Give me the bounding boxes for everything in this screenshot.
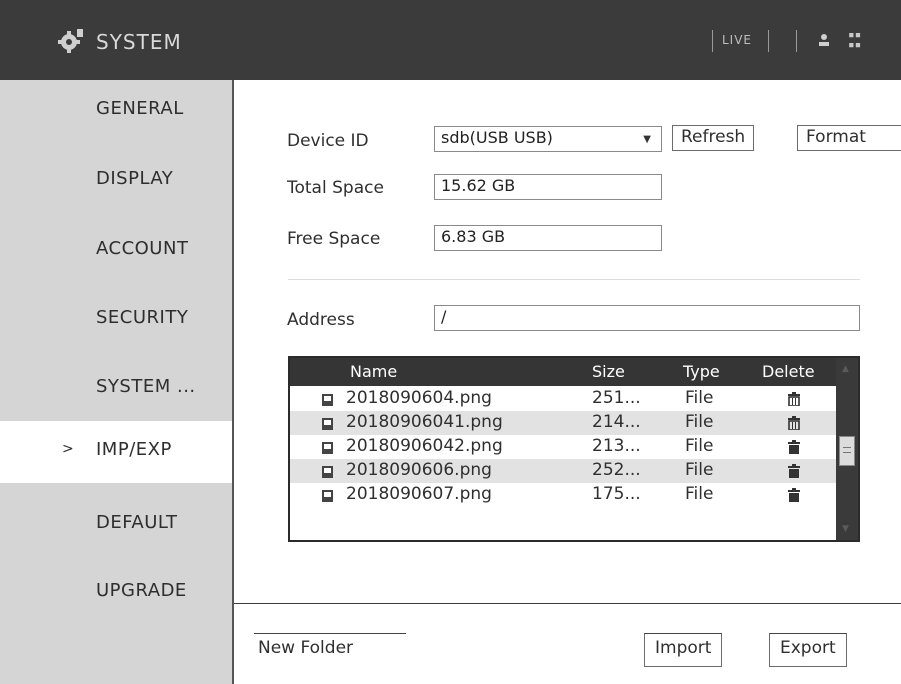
file-icon bbox=[322, 394, 333, 406]
scrollbar-thumb[interactable] bbox=[839, 436, 855, 466]
device-id-select[interactable]: sdb(USB USB) ▼ bbox=[434, 126, 662, 152]
trash-icon[interactable] bbox=[787, 416, 801, 430]
trash-icon[interactable] bbox=[787, 488, 801, 502]
file-name: 2018090604.png bbox=[346, 388, 492, 408]
new-folder-button[interactable]: New Folder bbox=[254, 633, 406, 667]
total-space-field: 15.62 GB bbox=[434, 174, 662, 200]
multi-screen-icon[interactable]: ▪▪ ▪▪ bbox=[848, 29, 861, 50]
table-row[interactable]: 2018090607.png 175... File bbox=[290, 483, 836, 507]
table-header: Name Size Type Delete bbox=[290, 358, 836, 386]
sidebar-item-label: SECURITY bbox=[96, 307, 189, 328]
table-scrollbar[interactable]: ▲ ▼ bbox=[836, 358, 858, 540]
gear-icon bbox=[58, 29, 83, 53]
sidebar-item-general[interactable]: GENERAL bbox=[0, 80, 234, 142]
sidebar-item-label: DEFAULT bbox=[96, 512, 178, 533]
file-type: File bbox=[685, 388, 714, 408]
format-button[interactable]: Format bbox=[797, 125, 901, 151]
sidebar-item-label: DISPLAY bbox=[96, 168, 174, 189]
header-divider bbox=[796, 30, 797, 52]
scroll-up-icon[interactable]: ▲ bbox=[842, 364, 849, 374]
file-icon bbox=[322, 442, 333, 454]
trash-icon[interactable] bbox=[787, 440, 801, 454]
file-name: 20180906041.png bbox=[346, 412, 503, 432]
table-row[interactable]: 20180906041.png 214... File bbox=[290, 411, 836, 435]
sidebar-item-default[interactable]: DEFAULT bbox=[0, 494, 234, 556]
top-bar: SYSTEM LIVE ▪▪ ▪▪ bbox=[0, 0, 901, 80]
address-label: Address bbox=[287, 310, 355, 330]
chevron-down-icon: ▼ bbox=[643, 134, 651, 145]
free-space-field: 6.83 GB bbox=[434, 225, 662, 251]
file-type: File bbox=[685, 412, 714, 432]
trash-icon[interactable] bbox=[787, 464, 801, 478]
file-name: 2018090606.png bbox=[346, 460, 492, 480]
column-header-name[interactable]: Name bbox=[350, 362, 397, 381]
file-type: File bbox=[685, 484, 714, 504]
file-size: 175... bbox=[592, 484, 641, 504]
trash-icon[interactable] bbox=[787, 392, 801, 406]
file-size: 252... bbox=[592, 460, 641, 480]
file-icon bbox=[322, 490, 333, 502]
page-title: SYSTEM bbox=[96, 30, 182, 54]
refresh-button[interactable]: Refresh bbox=[672, 125, 755, 151]
section-divider bbox=[288, 279, 860, 280]
footer-divider bbox=[234, 603, 901, 604]
file-icon bbox=[322, 418, 333, 430]
sidebar-item-display[interactable]: DISPLAY bbox=[0, 150, 234, 212]
export-button[interactable]: Export bbox=[769, 633, 847, 667]
column-header-type[interactable]: Type bbox=[683, 362, 720, 381]
user-icon[interactable] bbox=[816, 32, 832, 48]
sidebar-item-upgrade[interactable]: UPGRADE bbox=[0, 562, 234, 624]
header-divider bbox=[712, 30, 713, 52]
free-space-label: Free Space bbox=[287, 229, 381, 249]
total-space-label: Total Space bbox=[287, 178, 384, 198]
sidebar-item-system[interactable]: SYSTEM ... bbox=[0, 358, 234, 420]
sidebar: GENERAL DISPLAY ACCOUNT SECURITY SYSTEM … bbox=[0, 80, 234, 684]
table-row[interactable]: 2018090606.png 252... File bbox=[290, 459, 836, 483]
file-size: 214... bbox=[592, 412, 641, 432]
scroll-down-icon[interactable]: ▼ bbox=[842, 524, 849, 534]
address-input[interactable]: / bbox=[434, 305, 860, 331]
file-name: 20180906042.png bbox=[346, 436, 503, 456]
import-button[interactable]: Import bbox=[644, 633, 723, 667]
header-divider bbox=[768, 30, 769, 52]
file-icon bbox=[322, 466, 333, 478]
sidebar-item-label: UPGRADE bbox=[96, 580, 187, 601]
sidebar-item-account[interactable]: ACCOUNT bbox=[0, 220, 234, 282]
column-header-delete: Delete bbox=[762, 362, 815, 381]
table-row[interactable]: 2018090604.png 251... File bbox=[290, 387, 836, 411]
column-header-size[interactable]: Size bbox=[592, 362, 625, 381]
table-row[interactable]: 20180906042.png 213... File bbox=[290, 435, 836, 459]
file-name: 2018090607.png bbox=[346, 484, 492, 504]
active-arrow-icon: > bbox=[62, 441, 75, 457]
file-type: File bbox=[685, 436, 714, 456]
sidebar-item-label: ACCOUNT bbox=[96, 238, 189, 259]
device-id-value: sdb(USB USB) bbox=[441, 128, 553, 147]
sidebar-item-label: SYSTEM ... bbox=[96, 376, 196, 397]
file-size: 213... bbox=[592, 436, 641, 456]
device-id-label: Device ID bbox=[287, 131, 369, 151]
sidebar-item-imp-exp[interactable]: > IMP/EXP bbox=[0, 421, 234, 483]
sidebar-item-label: GENERAL bbox=[96, 98, 184, 119]
live-button[interactable]: LIVE bbox=[722, 33, 752, 47]
file-type: File bbox=[685, 460, 714, 480]
sidebar-border bbox=[232, 80, 234, 684]
file-size: 251... bbox=[592, 388, 641, 408]
file-list-table: Name Size Type Delete 2018090604.png 251… bbox=[288, 356, 860, 542]
sidebar-item-label: IMP/EXP bbox=[96, 439, 172, 460]
sidebar-item-security[interactable]: SECURITY bbox=[0, 289, 234, 351]
